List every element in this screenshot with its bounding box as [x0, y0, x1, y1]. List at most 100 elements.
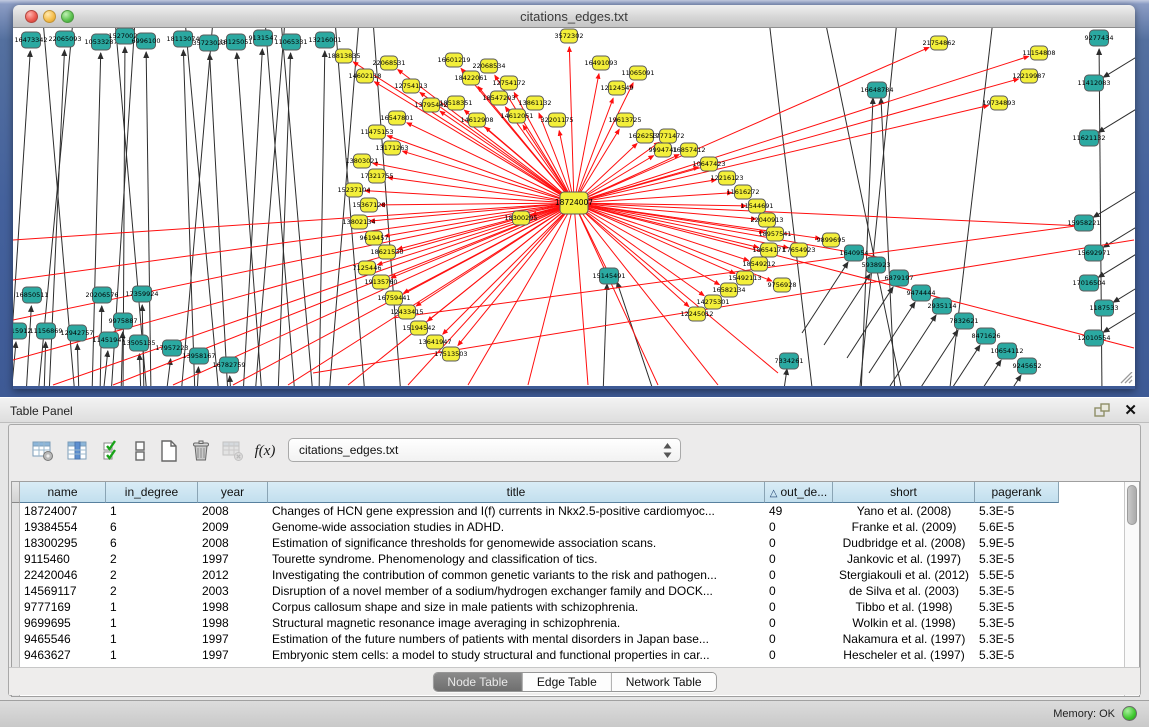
column-chooser-button[interactable] [126, 437, 154, 465]
window-resize-handle[interactable] [1119, 372, 1133, 384]
graph-node[interactable]: 11156869 [29, 323, 62, 339]
graph-node[interactable]: 7832621 [950, 313, 979, 329]
graph-node[interactable]: 1187533 [1090, 300, 1119, 316]
graph-node[interactable]: 18547203 [482, 91, 515, 105]
graph-node[interactable]: 7334261 [775, 353, 804, 369]
graph-node[interactable]: 15958221 [1067, 215, 1100, 231]
graph-edge-black[interactable] [769, 28, 813, 386]
select-rows-button[interactable] [99, 437, 127, 465]
table-row[interactable]: 977716911998Corpus callosum shape and si… [12, 599, 1124, 615]
tab-network-table[interactable]: Network Table [612, 673, 716, 691]
column-header-out_degree[interactable]: △out_de... [765, 482, 833, 503]
tab-edge-table[interactable]: Edge Table [523, 673, 612, 691]
graph-node[interactable]: 13802134 [342, 215, 375, 229]
graph-node[interactable]: 13803021 [345, 154, 378, 168]
graph-edge-black[interactable] [603, 284, 607, 386]
graph-node[interactable]: 9131547 [249, 30, 278, 46]
network-graph[interactable]: 1881383514602118220685311275411313795442… [13, 28, 1135, 386]
graph-node[interactable]: 11065331 [274, 34, 307, 50]
graph-node[interactable]: 7125446 [353, 261, 382, 275]
graph-edge-black[interactable] [13, 342, 16, 386]
memory-status-indicator[interactable] [1122, 706, 1137, 721]
table-row[interactable]: 946362711997Embryonic stem cells: a mode… [12, 647, 1124, 663]
graph-edge-black[interactable] [44, 342, 46, 386]
column-header-in_degree[interactable]: in_degree [106, 482, 198, 503]
graph-node[interactable]: 11475153 [360, 125, 393, 139]
graph-node[interactable]: 9474444 [907, 285, 936, 301]
graph-node[interactable]: 13861132 [518, 96, 551, 110]
close-panel-icon[interactable]: ✕ [1124, 401, 1137, 419]
graph-node[interactable]: 17771472 [651, 129, 684, 143]
graph-node[interactable]: 14602118 [348, 69, 381, 83]
window-titlebar[interactable]: citations_edges.txt [13, 5, 1135, 28]
graph-node[interactable]: 12216123 [710, 171, 743, 185]
graph-edge-black[interactable] [1113, 275, 1135, 302]
table-row[interactable]: 1938455462009Genome-wide association stu… [12, 519, 1124, 535]
graph-edge-black[interactable] [881, 98, 895, 386]
show-column-button[interactable] [64, 437, 92, 465]
graph-node[interactable]: 11616272 [726, 185, 759, 199]
graph-node[interactable]: 18654171 [752, 243, 785, 257]
graph-edge-black[interactable] [319, 51, 325, 386]
graph-node[interactable]: 18957541 [758, 227, 791, 241]
graph-edge-black[interactable] [975, 375, 1021, 386]
table-row[interactable]: 911546021997Tourette syndrome. Phenomeno… [12, 551, 1124, 567]
table-selector-dropdown[interactable]: citations_edges.txt [288, 438, 681, 462]
delete-column-button[interactable] [219, 437, 247, 465]
scrollbar-thumb[interactable] [1127, 485, 1137, 525]
graph-node[interactable]: 16601219 [437, 53, 470, 67]
graph-edge-red[interactable] [408, 203, 574, 385]
column-header-title[interactable]: title [268, 482, 765, 503]
graph-node[interactable]: 13171263 [375, 141, 408, 155]
graph-edge-red[interactable] [403, 151, 574, 203]
graph-node[interactable]: 11412083 [1077, 75, 1110, 91]
graph-node[interactable]: 15237104 [337, 183, 370, 197]
network-canvas[interactable]: 1881383514602118220685311275411313795442… [13, 28, 1135, 386]
graph-edge-red[interactable] [528, 203, 574, 385]
graph-node[interactable]: 19734893 [982, 96, 1015, 110]
graph-node[interactable]: 22065093 [48, 31, 81, 47]
graph-edge-black[interactable] [1103, 220, 1135, 247]
table-row[interactable]: 1456911722003Disruption of a novel membe… [12, 583, 1124, 599]
graph-edge-red[interactable] [574, 203, 588, 385]
graph-node[interactable]: 32201175 [540, 113, 573, 127]
graph-node[interactable]: 16547801 [380, 111, 413, 125]
graph-node[interactable]: 16759441 [377, 291, 410, 305]
graph-edge-black[interactable] [783, 369, 787, 386]
graph-node[interactable]: 11621132 [1072, 130, 1105, 146]
graph-edge-black[interactable] [139, 354, 141, 386]
graph-node[interactable]: 22068534 [472, 59, 505, 73]
table-row[interactable]: 969969511998Structural magnetic resonanc… [12, 615, 1124, 631]
graph-node[interactable]: 16491093 [584, 56, 617, 70]
graph-node[interactable]: 12219987 [1012, 69, 1045, 83]
graph-edge-black[interactable] [103, 351, 108, 386]
graph-node[interactable]: 11451947 [92, 332, 125, 348]
delete-table-button[interactable] [187, 437, 215, 465]
column-header-short[interactable]: short [833, 482, 975, 503]
graph-edge-black[interactable] [1103, 50, 1135, 77]
graph-node[interactable]: 15194542 [402, 321, 435, 335]
graph-node[interactable]: 9899695 [817, 233, 846, 247]
graph-edge-red[interactable] [569, 47, 574, 203]
graph-node[interactable]: 11154808 [1022, 46, 1055, 60]
graph-edge-black[interactable] [210, 54, 228, 386]
table-row[interactable]: 1830029562008Estimation of significance … [12, 535, 1124, 551]
graph-node[interactable]: 15367128 [352, 198, 385, 212]
graph-node[interactable]: 18549212 [742, 257, 775, 271]
graph-node[interactable]: 18621530 [370, 245, 403, 259]
graph-node[interactable]: 12245012 [680, 307, 713, 321]
graph-edge-red[interactable] [468, 203, 574, 385]
graph-node[interactable]: 18724007 [555, 192, 593, 214]
graph-node[interactable]: 8471626 [972, 328, 1001, 344]
column-header-year[interactable]: year [198, 482, 268, 503]
graph-node[interactable]: 17321755 [360, 169, 393, 183]
table-settings-button[interactable] [29, 437, 57, 465]
graph-node[interactable]: 16850511 [15, 287, 48, 303]
graph-node[interactable]: 16648784 [860, 82, 893, 98]
graph-edge-black[interactable] [197, 367, 198, 386]
graph-node[interactable]: 22040913 [750, 213, 783, 227]
graph-node[interactable]: 22068531 [372, 56, 405, 70]
vertical-scrollbar[interactable] [1124, 482, 1139, 696]
graph-edge-red[interactable] [288, 203, 574, 385]
table-row[interactable]: 946554611997Estimation of the future num… [12, 631, 1124, 647]
